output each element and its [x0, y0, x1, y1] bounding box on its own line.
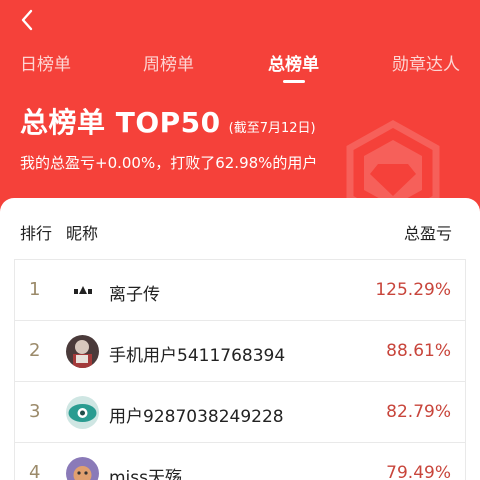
total-profit: 79.49%	[386, 463, 451, 480]
total-profit: 82.79%	[386, 402, 451, 422]
tab-weekly[interactable]: 周榜单	[143, 50, 194, 75]
tab-bar: 日榜单 周榜单 总榜单 勋章达人	[0, 50, 480, 83]
eye-avatar	[66, 396, 99, 429]
tab-medal[interactable]: 勋章达人	[392, 50, 460, 75]
total-profit: 88.61%	[386, 341, 451, 361]
rank-number: 4	[29, 462, 41, 480]
nickname: 手机用户5411768394	[109, 346, 286, 366]
active-tab-indicator	[283, 80, 305, 83]
header-banner: 日榜单 周榜单 总榜单 勋章达人 总榜单 TOP50 (截至7月12日) 我的总…	[0, 0, 480, 230]
nickname: 用户9287038249228	[109, 407, 284, 427]
page-title: 总榜单 TOP50	[20, 106, 221, 139]
table-row[interactable]: 2 手机用户5411768394 88.61%	[14, 320, 466, 382]
rank-number: 2	[29, 340, 41, 361]
as-of-date: (截至7月12日)	[228, 121, 316, 136]
rank-number: 1	[29, 279, 41, 300]
nickname: 离子传	[109, 285, 160, 305]
leaderboard-card: 排行 昵称 总盈亏 1 离子传 125.29% 2 手机用户5411768394…	[0, 198, 480, 480]
logo-avatar	[66, 274, 99, 307]
column-header-rank: 排行	[20, 224, 53, 243]
tab-daily[interactable]: 日榜单	[20, 50, 71, 75]
my-summary: 我的总盈亏+0.00%，打败了62.98%的用户	[20, 154, 318, 172]
tab-total[interactable]: 总榜单	[268, 50, 319, 75]
column-header-profit: 总盈亏	[403, 224, 452, 243]
column-header-nickname: 昵称	[66, 224, 99, 243]
nickname: miss天殇	[109, 468, 182, 480]
photo-avatar	[66, 335, 99, 368]
board-title-row: 总榜单 TOP50 (截至7月12日)	[20, 101, 316, 139]
cartoon-avatar	[66, 457, 99, 480]
table-row[interactable]: 1 离子传 125.29%	[14, 259, 466, 321]
rank-number: 3	[29, 401, 41, 422]
back-button[interactable]	[14, 6, 44, 34]
table-row[interactable]: 4 miss天殇 79.49%	[14, 442, 466, 480]
total-profit: 125.29%	[375, 280, 451, 300]
table-row[interactable]: 3 用户9287038249228 82.79%	[14, 381, 466, 443]
chevron-left-icon	[21, 9, 33, 31]
